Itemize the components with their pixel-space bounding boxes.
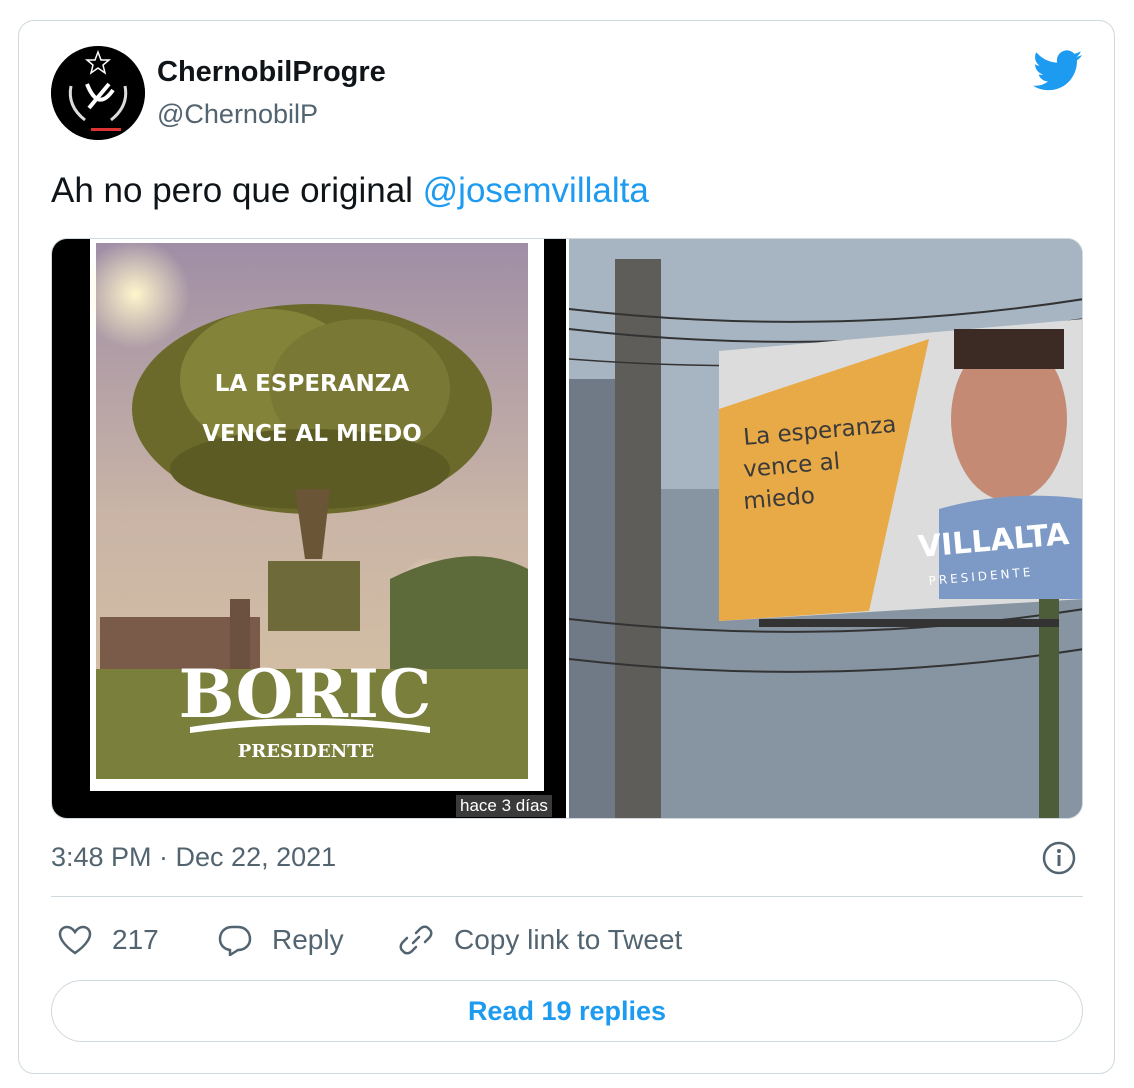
author-handle[interactable]: @ChernobilP [157, 99, 318, 130]
poster-frame: LA ESPERANZA VENCE AL MIEDO BORIC PRESID… [80, 239, 544, 791]
reply-button[interactable]: Reply [218, 920, 344, 960]
avatar[interactable] [51, 46, 145, 140]
tweet-text-body: Ah no pero que original [51, 171, 423, 210]
link-icon [399, 925, 433, 955]
like-count: 217 [112, 924, 159, 955]
reply-label: Reply [272, 924, 344, 955]
twitter-bird-icon[interactable] [1033, 50, 1083, 92]
poster-headline-line1: LA ESPERANZA [215, 371, 410, 397]
poster-headline-line2: VENCE AL MIEDO [202, 421, 422, 447]
info-icon[interactable] [1041, 840, 1077, 876]
read-replies-label: Read 19 replies [467, 995, 667, 1026]
caption-chip: hace 3 días [456, 795, 552, 817]
boric-poster-photo[interactable]: LA ESPERANZA VENCE AL MIEDO BORIC PRESID… [52, 239, 566, 818]
divider [51, 896, 1083, 897]
reply-bubble-icon [218, 925, 252, 956]
read-replies-button[interactable]: Read 19 replies [51, 980, 1083, 1042]
mention-link[interactable]: @josemvillalta [423, 171, 649, 210]
copy-link-button[interactable]: Copy link to Tweet [398, 920, 682, 960]
heart-icon [58, 925, 92, 955]
tweet-text: Ah no pero que original @josemvillalta [51, 171, 649, 211]
tweet-timestamp[interactable]: 3:48 PM · Dec 22, 2021 [51, 842, 336, 873]
villalta-billboard-photo[interactable]: La esperanza vence al miedo VILLALTA PRE… [568, 239, 1082, 818]
poster-subtitle: PRESIDENTE [238, 741, 375, 762]
author-name[interactable]: ChernobilProgre [157, 56, 386, 89]
tweet-media[interactable]: LA ESPERANZA VENCE AL MIEDO BORIC PRESID… [51, 238, 1083, 819]
like-button[interactable]: 217 [58, 920, 159, 960]
copy-link-label: Copy link to Tweet [454, 924, 683, 955]
